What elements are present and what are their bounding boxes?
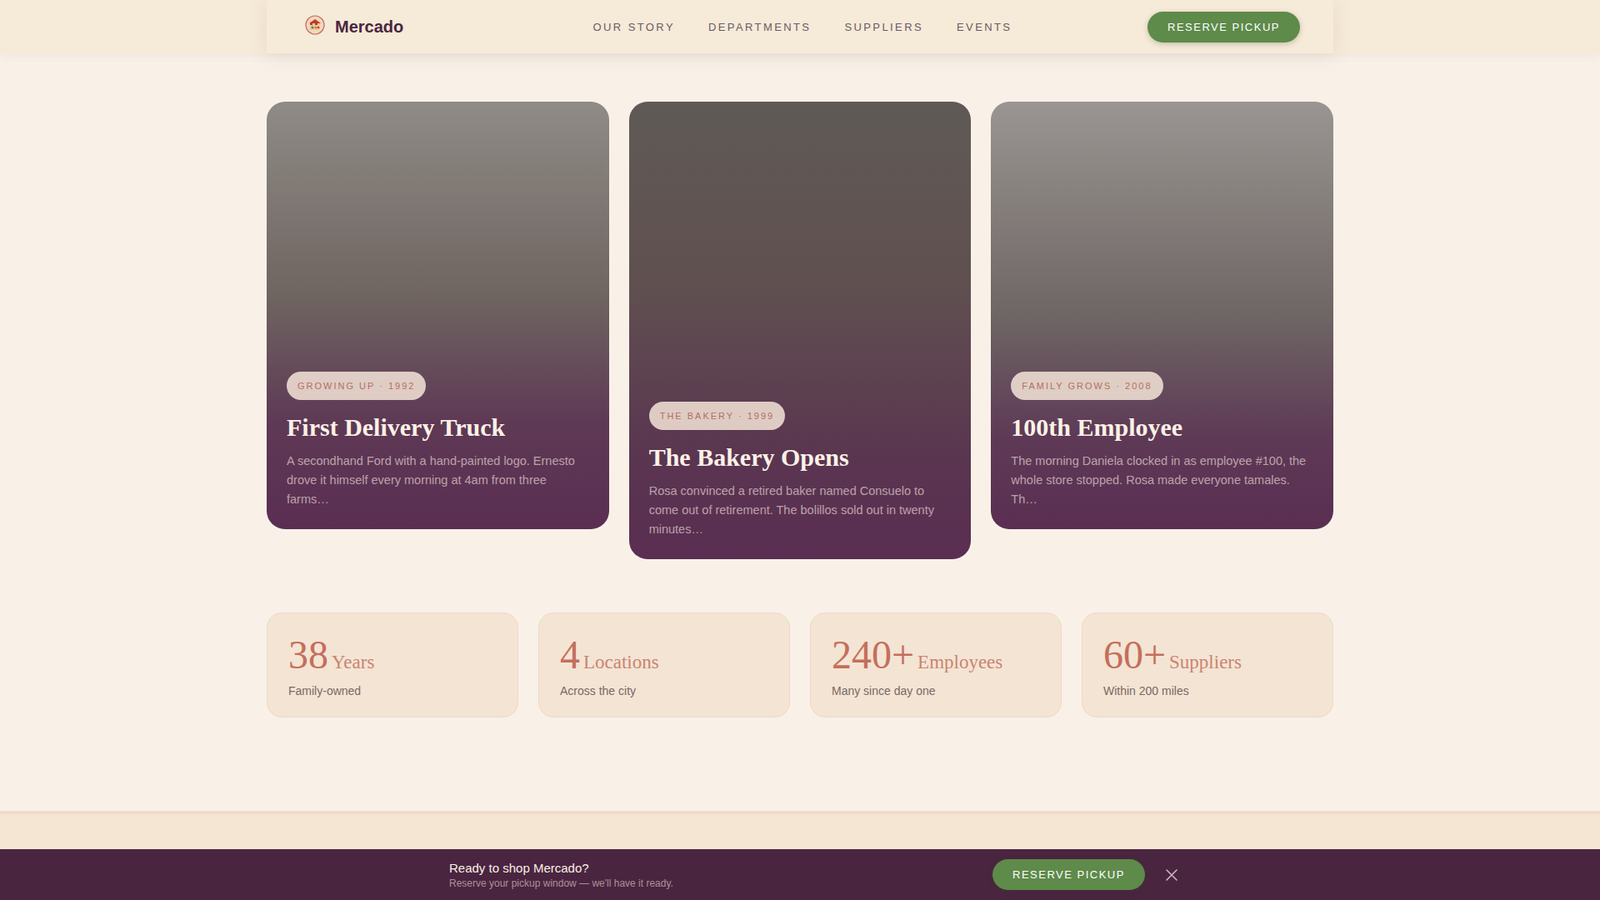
stat-value: 240+ <box>831 631 915 678</box>
milestone-tag: THE BAKERY · 1999 <box>649 401 786 430</box>
milestone-title: 100th Employee <box>1010 413 1183 442</box>
milestone-text: The morning Daniela clocked in as employ… <box>1010 451 1314 510</box>
stat-unit: Suppliers <box>1169 651 1242 674</box>
stat-card: 4Locations Across the city <box>538 612 790 718</box>
next-section <box>0 810 1600 850</box>
reserve-pickup-button[interactable]: RESERVE PICKUP <box>1147 11 1300 43</box>
stat-unit: Employees <box>917 651 1003 674</box>
market-logo-icon <box>305 15 325 39</box>
stat-value: 4 <box>560 631 580 678</box>
stat-line: 38Years <box>288 631 497 678</box>
milestone-card[interactable]: GROWING UP · 1992 First Delivery Truck A s… <box>266 101 610 530</box>
brand[interactable]: Mercado <box>305 15 555 39</box>
stat-line: 60+Suppliers <box>1103 631 1312 678</box>
stat-note: Within 200 miles <box>1103 684 1312 698</box>
milestone-title: The Bakery Opens <box>649 443 850 472</box>
stat-card: 38Years Family-owned <box>266 612 519 718</box>
banner-title: Ready to shop Mercado? <box>449 860 993 875</box>
close-icon[interactable] <box>1165 868 1179 882</box>
card-body: FAMILY GROWS · 2008 100th Employee The mor… <box>1010 371 1314 510</box>
stat-card: 240+Employees Many since day one <box>810 612 1062 718</box>
site-header: Mercado OUR STORY DEPARTMENTS SUPPLIERS EVEN… <box>0 0 1600 54</box>
header-actions: RESERVE PICKUP <box>1050 11 1300 43</box>
stat-note: Many since day one <box>831 684 1040 698</box>
milestone-title: First Delivery Truck <box>286 413 505 442</box>
stat-value: 60+ <box>1103 631 1166 678</box>
stats: 38Years Family-owned 4Locations Across the … <box>266 612 1334 718</box>
card-body: THE BAKERY · 1999 The Bakery Opens Rosa co… <box>649 401 952 540</box>
milestone-text: A secondhand Ford with a hand-painted lo… <box>286 451 590 510</box>
milestone-tag: FAMILY GROWS · 2008 <box>1010 371 1163 400</box>
milestone-text: Rosa convinced a retired baker named Con… <box>649 481 952 540</box>
main-content: GROWING UP · 1992 First Delivery Truck A s… <box>0 53 1600 811</box>
pickup-banner: Ready to shop Mercado? Reserve your picku… <box>0 849 1600 900</box>
card-body: GROWING UP · 1992 First Delivery Truck A s… <box>286 371 590 510</box>
stat-note: Across the city <box>560 684 769 698</box>
brand-name: Mercado <box>335 17 404 37</box>
stat-note: Family-owned <box>288 684 497 698</box>
nav-link[interactable]: DEPARTMENTS <box>708 20 811 34</box>
nav-link[interactable]: EVENTS <box>956 20 1012 34</box>
banner-subtitle: Reserve your pickup window — we'll have … <box>449 877 993 890</box>
nav-link[interactable]: SUPPLIERS <box>844 20 924 34</box>
nav-link[interactable]: OUR STORY <box>593 20 675 34</box>
main-nav: OUR STORY DEPARTMENTS SUPPLIERS EVENTS <box>593 20 1013 34</box>
header-bar: Mercado OUR STORY DEPARTMENTS SUPPLIERS EVEN… <box>266 0 1334 54</box>
stat-unit: Years <box>331 651 375 674</box>
stat-card: 60+Suppliers Within 200 miles <box>1081 612 1334 718</box>
stat-unit: Locations <box>583 651 660 674</box>
milestone-card[interactable]: FAMILY GROWS · 2008 100th Employee The mor… <box>990 101 1334 530</box>
milestone-tag: GROWING UP · 1992 <box>286 371 426 400</box>
milestone-cards: GROWING UP · 1992 First Delivery Truck A s… <box>266 101 1334 560</box>
stat-line: 240+Employees <box>831 631 1040 678</box>
banner-text: Ready to shop Mercado? Reserve your picku… <box>449 860 993 890</box>
stat-value: 38 <box>288 631 329 678</box>
milestone-card[interactable]: THE BAKERY · 1999 The Bakery Opens Rosa co… <box>629 101 972 560</box>
stat-line: 4Locations <box>560 631 769 678</box>
banner-reserve-button[interactable]: RESERVE PICKUP <box>992 859 1145 890</box>
